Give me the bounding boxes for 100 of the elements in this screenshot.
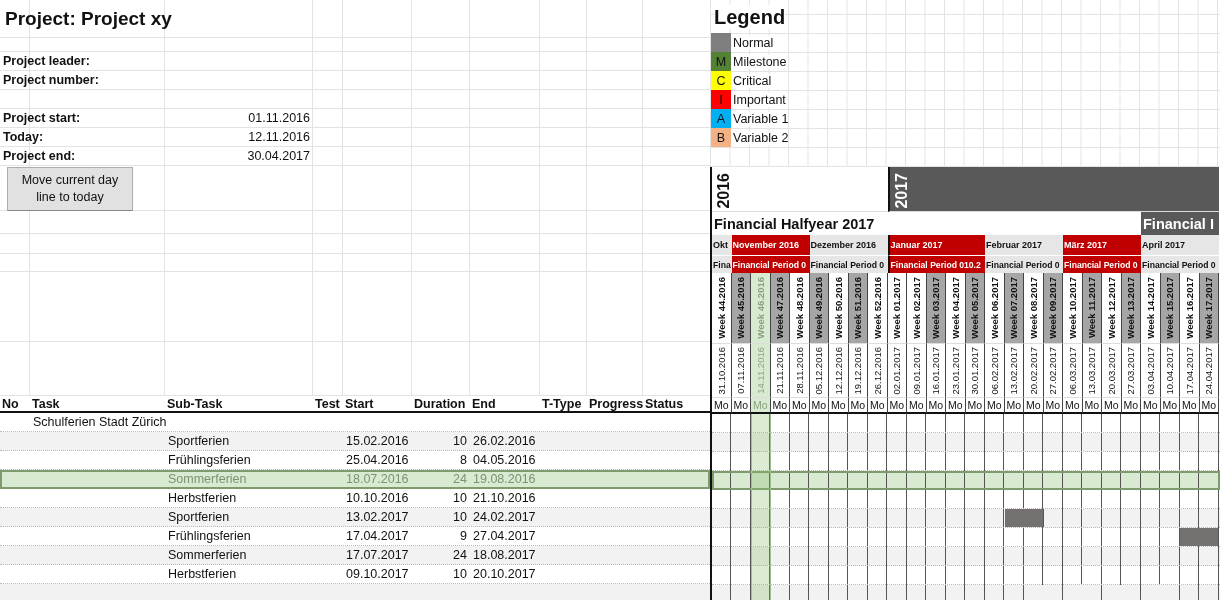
week-date: 09.01.2017 [907, 343, 927, 397]
subtask-cell: Frühlingsferien [168, 529, 251, 543]
week-date: 03.04.2017 [1141, 343, 1161, 397]
task-bar [1180, 528, 1219, 546]
week-cell: Week 52.2016 [868, 273, 888, 343]
month-cell: Februar 2017 [985, 235, 1063, 255]
duration-cell: 8 [460, 453, 467, 467]
week-date: 06.02.2017 [985, 343, 1005, 397]
week-cell: Week 11.2017 [1082, 273, 1102, 343]
legend-title: Legend [714, 5, 786, 29]
period-cell: Financial Period 0 [985, 255, 1063, 273]
year-cell: 2017 [887, 167, 1219, 212]
week-cell: Week 47.2016 [770, 273, 790, 343]
week-date: 16.01.2017 [926, 343, 946, 397]
week-cell: Week 08.2017 [1024, 273, 1044, 343]
month-cell: April 2017 [1141, 235, 1219, 255]
end-cell: 21.10.2016 [473, 491, 536, 505]
week-cell: Week 48.2016 [790, 273, 810, 343]
week-date: 12.12.2016 [829, 343, 849, 397]
column-header: Sub-Task [167, 396, 223, 411]
week-cell: Week 45.2016 [731, 273, 751, 343]
field-value: 12.11.2016 [248, 130, 310, 144]
week-cell: Week 07.2017 [1004, 273, 1024, 343]
legend-label: Variable 1 [731, 111, 789, 126]
week-cell: Week 13.2017 [1121, 273, 1141, 343]
end-cell: 04.05.2016 [473, 453, 536, 467]
legend-swatch: I [711, 90, 731, 109]
week-date: 05.12.2016 [809, 343, 829, 397]
week-cell: Week 04.2017 [946, 273, 966, 343]
table-row[interactable]: Herbstferien 10.10.2016 10 21.10.2016 [0, 489, 710, 508]
column-header: End [472, 396, 496, 411]
legend-swatch: A [711, 109, 731, 128]
week-date: 24.04.2017 [1199, 343, 1219, 397]
table-row[interactable]: Frühlingsferien 25.04.2016 8 04.05.2016 [0, 451, 710, 470]
week-cell: Week 03.2017 [926, 273, 946, 343]
month-cell: Okt [712, 235, 732, 255]
duration-cell: 10 [453, 434, 467, 448]
week-date: 23.01.2017 [946, 343, 966, 397]
subtask-cell: Sommerferien [168, 472, 247, 486]
week-date: 31.10.2016 [712, 343, 732, 397]
end-cell: 18.08.2017 [473, 548, 536, 562]
subtask-cell: Herbstferien [168, 491, 237, 505]
legend-label: Critical [731, 73, 772, 88]
legend-label: Important [731, 92, 786, 107]
subtask-cell: Herbstferien [168, 567, 237, 581]
subtask-cell: Frühlingsferien [168, 453, 251, 467]
week-date: 19.12.2016 [848, 343, 868, 397]
week-cell: Week 01.2017 [887, 273, 907, 343]
week-cell: Week 17.2017 [1199, 273, 1219, 343]
table-row[interactable]: Sportferien 15.02.2016 10 26.02.2016 [0, 432, 710, 451]
legend-swatch: B [711, 128, 731, 147]
week-cell: Week 50.2016 [829, 273, 849, 343]
week-cell: Week 16.2017 [1180, 273, 1200, 343]
legend-swatch: C [711, 71, 731, 90]
period-cell: Fina [712, 255, 732, 273]
duration-cell: 10 [453, 567, 467, 581]
week-date: 13.03.2017 [1082, 343, 1102, 397]
field-label: Project number: [3, 73, 99, 87]
subtask-cell: Sommerferien [168, 548, 247, 562]
field-value: 01.11.2016 [248, 111, 310, 125]
month-cell: Dezember 2016 [809, 235, 888, 255]
move-day-button[interactable]: Move current day line to today [7, 167, 133, 211]
week-cell: Week 15.2017 [1160, 273, 1180, 343]
table-row[interactable]: Sportferien 13.02.2017 10 24.02.2017 [0, 508, 710, 527]
duration-cell: 24 [453, 548, 467, 562]
week-date: 21.11.2016 [770, 343, 790, 397]
week-cell: Week 05.2017 [965, 273, 985, 343]
project-title: Project: Project xy [4, 7, 172, 30]
end-cell: 20.10.2017 [473, 567, 536, 581]
duration-cell: 24 [453, 472, 467, 486]
week-date: 13.02.2017 [1004, 343, 1024, 397]
legend-label: Variable 2 [731, 130, 789, 145]
start-cell: 10.10.2016 [346, 491, 409, 505]
subtask-cell: Sportferien [168, 510, 230, 524]
field-label: Project end: [3, 149, 76, 163]
legend-label: Normal [731, 35, 774, 50]
week-date: 30.01.2017 [965, 343, 985, 397]
week-cell: Week 46.2016 [751, 273, 771, 343]
start-cell: 17.04.2017 [346, 529, 409, 543]
duration-cell: 9 [460, 529, 467, 543]
duration-cell: 10 [453, 491, 467, 505]
column-header: No [2, 396, 19, 411]
field-label: Project start: [3, 111, 81, 125]
start-cell: 17.07.2017 [346, 548, 409, 562]
period-cell: Financial Period 0 [1141, 255, 1219, 273]
task-bar [1004, 509, 1044, 527]
start-cell: 25.04.2016 [346, 453, 409, 467]
week-date: 17.04.2017 [1180, 343, 1200, 397]
table-row[interactable]: Herbstferien 09.10.2017 10 20.10.2017 [0, 565, 710, 584]
table-row[interactable]: Sommerferien 17.07.2017 24 18.08.2017 [0, 546, 710, 565]
week-cell: Week 06.2017 [985, 273, 1005, 343]
week-cell: Week 51.2016 [848, 273, 868, 343]
field-value: 30.04.2017 [247, 149, 310, 163]
week-date: 06.03.2017 [1063, 343, 1083, 397]
period-cell: Financial Period 010.2 [887, 255, 985, 273]
column-header: Test [315, 396, 340, 411]
end-cell: 24.02.2017 [473, 510, 536, 524]
column-header: Start [345, 396, 374, 411]
week-date: 27.02.2017 [1043, 343, 1063, 397]
table-row[interactable]: Frühlingsferien 17.04.2017 9 27.04.2017 [0, 527, 710, 546]
